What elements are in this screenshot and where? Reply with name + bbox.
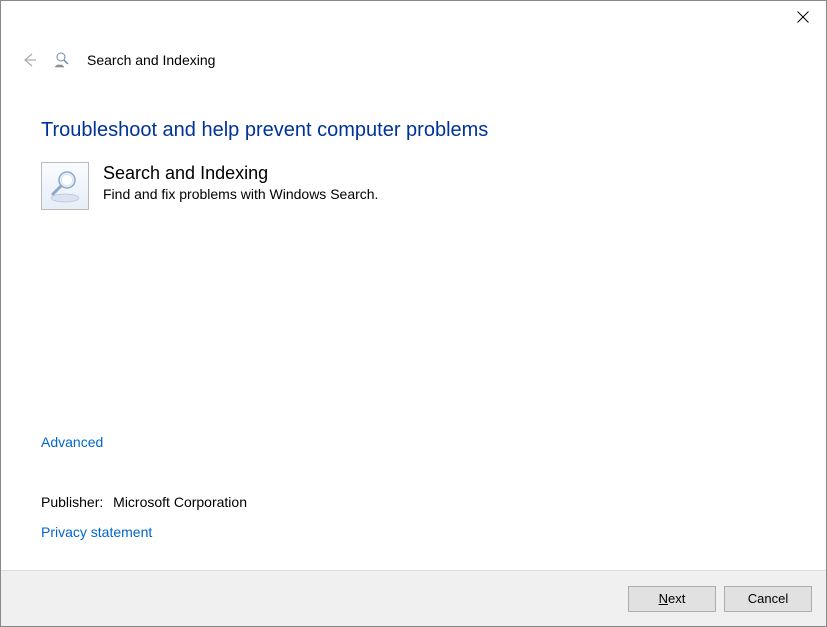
close-button[interactable] bbox=[780, 1, 826, 33]
titlebar bbox=[1, 1, 826, 43]
page-heading: Troubleshoot and help prevent computer p… bbox=[41, 119, 786, 142]
search-wrench-icon bbox=[54, 51, 72, 69]
next-label-suffix: ext bbox=[668, 591, 685, 606]
troubleshooter-text: Search and Indexing Find and fix problem… bbox=[103, 162, 378, 205]
header-title: Search and Indexing bbox=[87, 52, 215, 68]
troubleshooter-icon bbox=[41, 162, 89, 210]
next-mnemonic: N bbox=[659, 591, 668, 606]
cancel-button[interactable]: Cancel bbox=[724, 586, 812, 612]
publisher-row: Publisher: Microsoft Corporation bbox=[41, 494, 781, 510]
next-button[interactable]: Next bbox=[628, 586, 716, 612]
header-icon bbox=[53, 50, 73, 70]
publisher-value: Microsoft Corporation bbox=[113, 494, 247, 510]
lower-section: Advanced Publisher: Microsoft Corporatio… bbox=[41, 434, 781, 542]
publisher-label: Publisher: bbox=[41, 494, 103, 510]
footer: Next Cancel bbox=[1, 570, 826, 626]
back-button[interactable] bbox=[19, 50, 39, 70]
privacy-link[interactable]: Privacy statement bbox=[41, 524, 152, 540]
troubleshooter-title: Search and Indexing bbox=[103, 162, 378, 185]
header-row: Search and Indexing bbox=[1, 43, 826, 77]
advanced-link[interactable]: Advanced bbox=[41, 434, 103, 450]
content-area: Troubleshoot and help prevent computer p… bbox=[1, 77, 826, 210]
close-icon bbox=[797, 11, 809, 23]
back-arrow-icon bbox=[20, 51, 38, 69]
troubleshooter-item: Search and Indexing Find and fix problem… bbox=[41, 162, 786, 210]
troubleshooter-description: Find and fix problems with Windows Searc… bbox=[103, 185, 378, 205]
magnifier-icon bbox=[45, 166, 85, 206]
